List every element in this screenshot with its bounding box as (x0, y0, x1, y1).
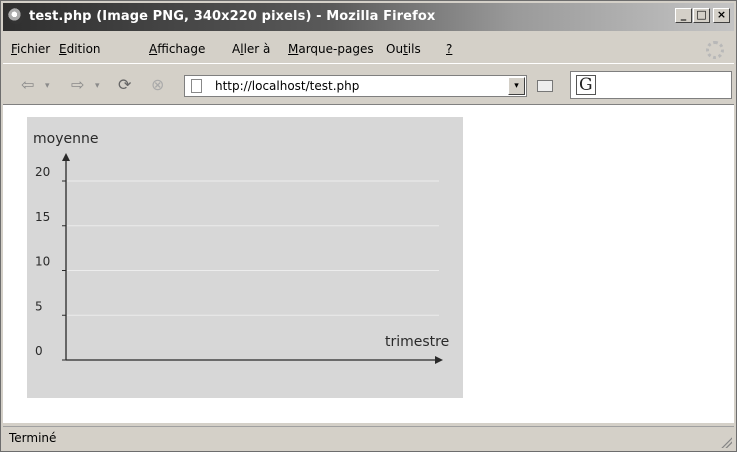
menu-bar: Fichier Edition Affichage Aller à Marque… (3, 39, 734, 59)
back-icon[interactable]: ⇦ (21, 75, 34, 94)
forward-dropdown-icon[interactable]: ▾ (95, 81, 100, 91)
close-button[interactable]: × (713, 8, 730, 23)
firefox-icon (8, 8, 24, 24)
maximize-button[interactable]: □ (693, 8, 710, 23)
forward-icon[interactable]: ⇨ (71, 75, 84, 94)
title-bar[interactable]: test.php (Image PNG, 340x220 pixels) - M… (3, 3, 734, 31)
throbber-icon (706, 41, 724, 59)
menu-affichage[interactable]: Affichage (149, 42, 205, 56)
url-dropdown-button[interactable]: ▾ (508, 77, 525, 95)
y-axis-label: moyenne (33, 131, 98, 147)
menu-marque-pages[interactable]: Marque-pages (288, 42, 374, 56)
minimize-button[interactable]: _ (675, 8, 692, 23)
y-axis-arrow (62, 153, 70, 161)
x-axis-arrow (435, 356, 443, 364)
status-bar: Terminé (3, 426, 734, 450)
x-axis-label: trimestre (385, 334, 449, 350)
y-tick-label: 15 (35, 210, 50, 224)
menu-edition[interactable]: Edition (59, 42, 101, 56)
go-button[interactable] (537, 80, 553, 92)
status-text: Terminé (9, 431, 57, 445)
browser-window: test.php (Image PNG, 340x220 pixels) - M… (0, 0, 737, 452)
page-icon (191, 79, 202, 93)
search-box[interactable]: G (570, 71, 732, 99)
url-text: http://localhost/test.php (215, 79, 360, 93)
chart: 0 5 10 15 20 moyenne trimestre (33, 131, 449, 364)
y-tick-label: 5 (35, 299, 43, 313)
menu-aide[interactable]: ? (446, 42, 452, 56)
chart-image: 0 5 10 15 20 moyenne trimestre (27, 117, 463, 398)
resize-grip-icon[interactable] (720, 436, 732, 448)
url-bar[interactable]: http://localhost/test.php ▾ (184, 75, 527, 97)
google-search-icon[interactable]: G (576, 75, 596, 95)
window-title: test.php (Image PNG, 340x220 pixels) - M… (29, 9, 436, 24)
menu-aller[interactable]: Aller à (232, 42, 270, 56)
y-tick-label: 10 (35, 255, 50, 269)
back-dropdown-icon[interactable]: ▾ (45, 81, 50, 91)
menu-outils[interactable]: Outils (386, 42, 421, 56)
menu-fichier[interactable]: Fichier (11, 42, 50, 56)
stop-icon[interactable]: ⊗ (151, 75, 164, 94)
y-tick-label: 20 (35, 165, 50, 179)
reload-icon[interactable]: ⟳ (118, 75, 131, 94)
y-tick-label: 0 (35, 344, 43, 358)
